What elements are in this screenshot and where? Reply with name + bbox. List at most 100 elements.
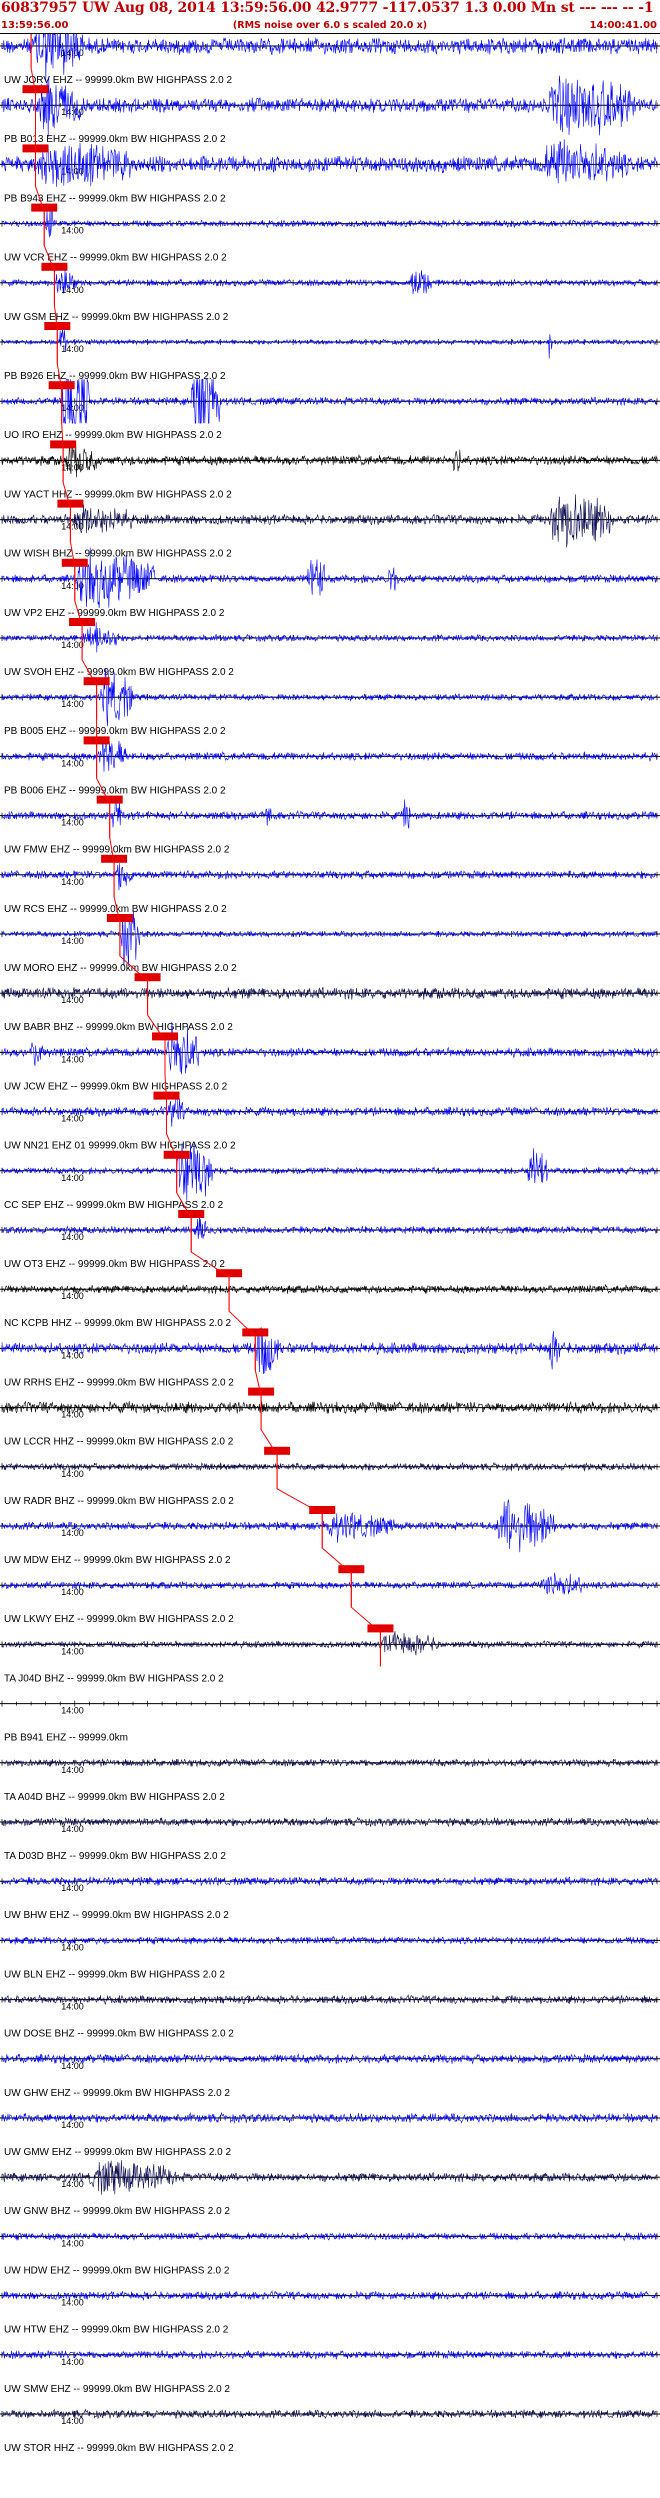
station-label: UW DOSE BHZ -- 99999.0km BW HIGHPASS 2.0… [4,2029,234,2040]
trace-row: 14:00PB B006 EHZ -- 99999.0km BW HIGHPAS… [0,737,660,796]
tick-label: 14:00 [61,1469,84,1479]
trace-row: 14:00 UW LCCR HHZ -- 99999.0km BW HIGHPAS… [0,1400,660,1448]
tick-label: 14:00 [61,1706,84,1716]
trace-row: 14:00UW DOSE BHZ -- 99999.0km BW HIGHPAS… [0,1994,660,2040]
station-label: UW MORO EHZ -- 99999.0km BW HIGHPASS 2.0… [4,963,237,974]
waveform [1,378,657,424]
tick-label: 14:00 [61,1528,84,1538]
station-label: PB B006 EHZ -- 99999.0km BW HIGHPASS 2.0… [4,785,226,796]
waveform [1,494,657,548]
station-label: UW FMW EHZ -- 99999.0km BW HIGHPASS 2.0 … [4,845,230,856]
pick-marker [309,1506,336,1514]
waveform [1,441,657,478]
tick-label: 14:00 [61,640,84,650]
tick-label: 14:00 [61,936,84,946]
tick-label: 14:00 [61,818,84,828]
station-label: UW RCS EHZ -- 99999.0km BW HIGHPASS 2.0 … [4,904,227,915]
station-label: UW YACT HHZ -- 99999.0km BW HIGHPASS 2.0… [4,489,232,500]
waveform [1,328,657,359]
tick-label: 14:00 [61,226,84,236]
trace-row: 14:00 UW BLN EHZ -- 99999.0km BW HIGHPASS… [0,1935,660,1980]
trace-row: 14:00PB B943 EHZ -- 99999.0km BW HIGHPAS… [0,139,660,204]
station-label: UW BABR BHZ -- 99999.0km BW HIGHPASS 2.0… [4,1022,233,1033]
trace-row: 14:00UW JORV EHZ -- 99999.0km BW HIGHPAS… [0,34,660,86]
trace-row: 14:00UW NN21 EHZ 01 99999.0km BW HIGHPAS… [0,1094,660,1152]
trace-row: 14:00UW YACT HHZ -- 99999.0km BW HIGHPAS… [0,441,660,500]
pick-marker [242,1328,269,1337]
trace-row: 14:00 CC SEP EHZ -- 99999.0km BW HIGHPASS… [0,1143,660,1211]
waveform [1,863,657,891]
trace-row: 14:00UW WISH BHZ -- 99999.0km BW HIGHPAS… [0,494,660,560]
station-label: UW LKWY EHZ -- 99999.0km BW HIGHPASS 2.0… [4,1614,234,1625]
trace-row: 14:00 UW MORO EHZ -- 99999.0km BW HIGHPAS… [0,910,660,974]
station-label: NC KCPB HHZ -- 99999.0km BW HIGHPASS 2.0… [4,1318,232,1329]
event-title: 60837957 UW Aug 08, 2014 13:59:56.00 42.… [1,0,654,16]
waveform [1,1461,657,1472]
waveform [1,1327,657,1375]
plot-header: 60837957 UW Aug 08, 2014 13:59:56.00 42.… [0,0,660,38]
station-label: UW GHW EHZ -- 99999.0km BW HIGHPASS 2.0 … [4,2088,230,2099]
trace-row: 14:00PB B013 EHZ -- 99999.0km BW HIGHPAS… [0,75,660,145]
tick-label: 14:00 [61,1765,84,1775]
tick-label: 14:00 [61,1646,84,1656]
trace-row: 14:00 PB B941 EHZ -- 99999.0km [0,1700,660,1744]
station-label: UW NN21 EHZ 01 99999.0km BW HIGHPASS 2.0… [4,1141,236,1152]
trace-row: 14:00 NC KCPB HHZ -- 99999.0km BW HIGHPAS… [0,1283,660,1329]
tick-label: 14:00 [61,1410,84,1420]
tick-label: 14:00 [61,2357,84,2367]
station-label: TA J04D BHZ -- 99999.0km BW HIGHPASS 2.0… [4,1673,224,1684]
station-label: UW HTW EHZ -- 99999.0km BW HIGHPASS 2.0 … [4,2325,229,2336]
pick-marker [264,1446,291,1455]
station-label: UW OT3 EHZ -- 99999.0km BW HIGHPASS 2.0 … [4,1259,225,1270]
station-label: UW BLN EHZ -- 99999.0km BW HIGHPASS 2.0 … [4,1969,225,1980]
station-label: UW GNW BHZ -- 99999.0km BW HIGHPASS 2.0 … [4,2206,230,2217]
trace-row: 14:00 UW SVOH EHZ -- 99999.0km BW HIGHPAS… [0,622,660,678]
tick-label: 14:00 [61,699,84,709]
pick-marker [216,1269,243,1278]
station-label: UO IRO EHZ -- 99999.0km BW HIGHPASS 2.0 … [4,430,222,441]
station-label: UW JCW EHZ -- 99999.0km BW HIGHPASS 2.0 … [4,1081,228,1092]
station-label: UW JORV EHZ -- 99999.0km BW HIGHPASS 2.0… [4,75,232,86]
scaling-note: (RMS noise over 6.0 s scaled 20.0 x) [232,20,428,31]
station-label: UW BHW EHZ -- 99999.0km BW HIGHPASS 2.0 … [4,1910,229,1921]
waveform [1,1143,657,1201]
trace-row: 14:00 TA A04D BHZ -- 99999.0km BW HIGHPAS… [0,1757,660,1803]
tick-label: 14:00 [61,1232,84,1242]
tick-label: 14:00 [61,877,84,887]
station-label: PB B005 EHZ -- 99999.0km BW HIGHPASS 2.0… [4,726,226,737]
trace-row: 14:00 UW SMW EHZ -- 99999.0km BW HIGHPASS… [0,2349,660,2395]
station-label: UW MDW EHZ -- 99999.0km BW HIGHPASS 2.0 … [4,1555,231,1566]
waveform [1,622,657,653]
pick-marker [338,1565,365,1574]
tick-label: 14:00 [61,2120,84,2130]
station-label: UW HDW EHZ -- 99999.0km BW HIGHPASS 2.0 … [4,2265,230,2276]
waveform [1,34,657,81]
waveform [1,139,657,187]
station-label: UW WISH BHZ -- 99999.0km BW HIGHPASS 2.0… [4,549,232,560]
station-label: CC SEP EHZ -- 99999.0km BW HIGHPASS 2.0 … [4,1200,224,1211]
trace-row: 14:00 UW GMW EHZ -- 99999.0km BW HIGHPASS… [0,2111,660,2158]
trace-row: 14:00 UO IRO EHZ -- 99999.0km BW HIGHPASS… [0,378,660,441]
pick-marker [152,1032,179,1041]
station-label: PB B941 EHZ -- 99999.0km [4,1733,128,1744]
trace-row: 14:00 UW HDW EHZ -- 99999.0km BW HIGHPASS… [0,2231,660,2276]
station-label: UW SVOH EHZ -- 99999.0km BW HIGHPASS 2.0… [4,667,234,678]
seismogram-plot: 14:00 UW JORV EHZ -- 99999.0km BW HIGHPAS… [0,34,660,2454]
trace-row: 14:00UW GNW BHZ -- 99999.0km BW HIGHPASS… [0,2160,660,2217]
tick-label: 14:00 [61,1942,84,1952]
tick-label: 14:00 [61,2238,84,2248]
trace-row: 14:00 TA J04D BHZ -- 99999.0km BW HIGHPAS… [0,1631,660,1684]
trace-row: 14:00 UW RRHS EHZ -- 99999.0km BW HIGHPAS… [0,1327,660,1388]
tick-label: 14:00 [61,403,84,413]
station-label: UW GSM EHZ -- 99999.0km BW HIGHPASS 2.0 … [4,312,229,323]
end-time-label: 14:00:41.00 [589,20,657,31]
trace-row: 14:00UW BABR BHZ -- 99999.0km BW HIGHPAS… [0,987,660,1033]
station-label: UW VCR EHZ -- 99999.0km BW HIGHPASS 2.0 … [4,253,227,264]
tick-label: 14:00 [61,1291,84,1301]
tick-label: 14:00 [61,1054,84,1064]
station-label: UW LCCR HHZ -- 99999.0km BW HIGHPASS 2.0… [4,1437,234,1448]
station-label: UW GMW EHZ -- 99999.0km BW HIGHPASS 2.0 … [4,2147,232,2158]
tick-label: 14:00 [61,2298,84,2308]
station-label: PB B926 EHZ -- 99999.0km BW HIGHPASS 2.0… [4,371,226,382]
tick-label: 14:00 [61,1173,84,1183]
